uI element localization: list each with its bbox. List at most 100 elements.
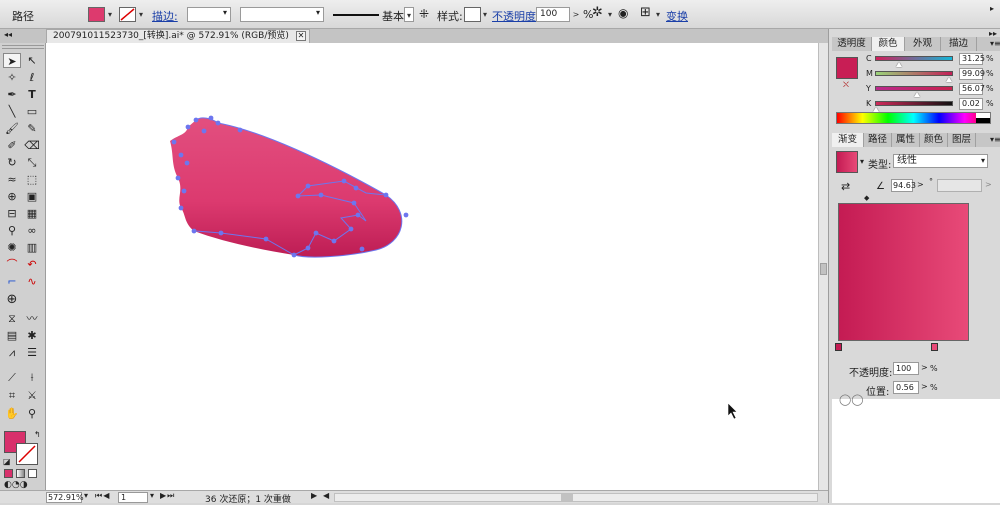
tools-grip[interactable] — [2, 45, 44, 49]
out-of-gamut-icon[interactable]: ⛌ — [843, 80, 849, 90]
reverse-gradient-icon[interactable]: ⇄ — [841, 180, 850, 193]
anchor-point-tool-icon[interactable]: ⌒ — [3, 257, 21, 272]
gradient-preset-dropdown-icon[interactable]: ▾ — [860, 157, 864, 166]
perspective-grid-tool-icon[interactable]: ⊟ — [3, 206, 21, 221]
flare-tool-icon[interactable]: ✱ — [23, 328, 41, 343]
panel-menu-icon[interactable]: ▾≡ — [990, 135, 1000, 144]
zoom-tool-icon[interactable]: ⚲ — [23, 406, 41, 421]
stroke-dropdown-arrow-icon[interactable]: ▾ — [136, 7, 146, 22]
slice-tool-icon[interactable]: ⟊ — [23, 370, 41, 385]
tab-transparency[interactable]: 透明度 — [832, 37, 872, 51]
isolate-object-icon[interactable]: ◉ — [618, 6, 628, 20]
zigzag-tool-icon[interactable]: ⩘ — [3, 345, 21, 360]
selection-tool-icon[interactable]: ➤ — [3, 53, 21, 68]
draw-mode-icon[interactable]: ◐◔◑ — [4, 480, 28, 490]
default-colors-icon[interactable]: ◪ — [3, 457, 11, 466]
gradient-midpoint-icon[interactable]: ◆ — [864, 194, 869, 202]
line-tool-icon[interactable]: ╲ — [3, 104, 21, 119]
tab-pathfinder[interactable]: 路径 — [864, 133, 892, 147]
tab-color[interactable]: 颜色 — [872, 37, 905, 51]
align-grid-icon[interactable]: ⊞ — [640, 5, 651, 20]
style-dropdown-icon[interactable]: ▾ — [480, 7, 490, 22]
stop-opacity-input[interactable]: 100 — [893, 362, 919, 375]
rectangle-tool-icon[interactable]: ▭ — [23, 104, 41, 119]
channel-c-marker-icon[interactable] — [896, 62, 902, 67]
channel-y-slider[interactable] — [875, 86, 953, 97]
channel-k-value[interactable]: 0.02 — [959, 98, 983, 110]
stop-opacity-arrow-icon[interactable]: > — [921, 363, 928, 372]
symbol-sprayer-tool-icon[interactable]: ✺ — [3, 240, 21, 255]
live-paint-tool-icon[interactable]: ▣ — [23, 189, 41, 204]
horizontal-scroll-thumb[interactable] — [561, 494, 573, 501]
tab-appearance[interactable]: 外观 — [905, 37, 941, 51]
eyedropper-tool-icon[interactable]: ⚲ — [3, 223, 21, 238]
gradient-preview-swatch[interactable] — [836, 151, 858, 173]
channel-k-slider[interactable] — [873, 101, 953, 112]
measure-tool-icon[interactable]: ⟋ — [3, 370, 21, 385]
zoom-dropdown-icon[interactable]: ▾ — [84, 491, 88, 500]
menu-arrow-icon[interactable]: ▸ — [990, 4, 994, 13]
channel-c-slider[interactable] — [875, 56, 953, 67]
angle-arrow-icon[interactable]: > — [917, 180, 924, 189]
channel-y-value[interactable]: 56.07 — [959, 83, 985, 95]
fill-dropdown-arrow-icon[interactable]: ▾ — [105, 7, 115, 22]
graphic-style-grid-icon[interactable]: ⁜ — [419, 7, 429, 21]
close-icon[interactable]: ✕ — [296, 31, 306, 41]
warp-tool-icon[interactable]: ≈ — [3, 172, 21, 187]
vertical-scrollbar[interactable] — [818, 43, 828, 490]
panel-menu-icon[interactable]: ▾≡ — [990, 39, 1000, 48]
artboard-canvas[interactable] — [46, 43, 818, 490]
mesh-tool-icon[interactable]: ▦ — [23, 206, 41, 221]
variable-width-dropdown[interactable]: ▾ — [240, 7, 324, 22]
convert-anchor-tool-icon[interactable]: ⌐ — [3, 274, 21, 289]
gradient-stop-end-icon[interactable] — [931, 343, 938, 351]
rotate-tool-icon[interactable]: ↻ — [3, 155, 21, 170]
target-tool-icon[interactable]: ⊕ — [3, 292, 21, 307]
channel-m-value[interactable]: 99.09 — [959, 68, 985, 80]
stroke-weight-field[interactable]: ▾ — [187, 7, 231, 22]
pen-tool-icon[interactable]: ✒ — [3, 87, 21, 102]
blend-tool-icon[interactable]: ∞ — [23, 223, 41, 238]
stop-position-arrow-icon[interactable]: > — [921, 382, 928, 391]
envelope-tool-icon[interactable]: ⧖ — [3, 311, 21, 326]
direct-selection-tool-icon[interactable]: ↖ — [23, 53, 41, 68]
tab-layers[interactable]: 图层 — [948, 133, 976, 147]
swap-colors-icon[interactable]: ↰ — [34, 430, 41, 439]
artboard-field[interactable]: 1 — [118, 492, 148, 503]
opacity-input[interactable]: 100 — [536, 7, 570, 22]
hand-tool-icon[interactable]: ✋ — [3, 406, 21, 421]
shape-builder-tool-icon[interactable]: ⊕ — [3, 189, 21, 204]
document-tab[interactable]: 200791011523730_[转换].ai* @ 572.91% (RGB/… — [46, 29, 310, 43]
pencil-tool-icon[interactable]: ✎ — [23, 121, 41, 136]
gradient-type-select[interactable]: 线性 ▾ — [893, 154, 988, 168]
vertical-scroll-thumb[interactable] — [820, 263, 827, 275]
angle-input[interactable]: 94.63 — [891, 179, 916, 192]
list-tool-icon[interactable]: ☰ — [23, 345, 41, 360]
tab-color-2[interactable]: 颜色 — [920, 133, 948, 147]
artboard-dropdown-icon[interactable]: ▾ — [150, 491, 154, 500]
stroke-link[interactable]: 描边: — [152, 8, 178, 24]
blob-brush-tool-icon[interactable]: ✐ — [3, 138, 21, 153]
stop-position-input[interactable]: 0.56 — [893, 381, 919, 394]
channel-y-marker-icon[interactable] — [914, 92, 920, 97]
smooth-tool-icon[interactable]: ∿ — [23, 274, 41, 289]
knife-tool-icon[interactable]: ⚔ — [23, 388, 41, 403]
tab-stroke[interactable]: 描边 — [941, 37, 977, 51]
channel-c-value[interactable]: 31.25 — [959, 53, 985, 65]
tab-gradient[interactable]: 渐变 — [832, 133, 864, 147]
status-menu-icon[interactable]: ▶ — [311, 491, 317, 500]
black-white-swatch[interactable] — [976, 113, 990, 123]
zoom-field[interactable]: 572.91% — [46, 492, 84, 503]
none-mode-icon[interactable] — [28, 469, 37, 478]
opacity-arrow-icon[interactable]: > — [571, 7, 581, 22]
stroke-swatch[interactable] — [119, 7, 136, 22]
stroke-color-box[interactable] — [16, 443, 38, 465]
collapse-tools-icon[interactable]: ◂◂ — [4, 30, 12, 39]
recolor-artwork-icon[interactable]: ✲ — [592, 5, 603, 20]
grid-tool-icon[interactable]: ▤ — [3, 328, 21, 343]
scale-tool-icon[interactable]: ⤡ — [23, 155, 41, 170]
brush-dropdown-icon[interactable]: ▾ — [404, 7, 414, 22]
opacity-link[interactable]: 不透明度: — [492, 8, 540, 24]
style-swatch[interactable] — [464, 7, 481, 22]
wave-tool-icon[interactable]: 〰 — [23, 311, 41, 326]
